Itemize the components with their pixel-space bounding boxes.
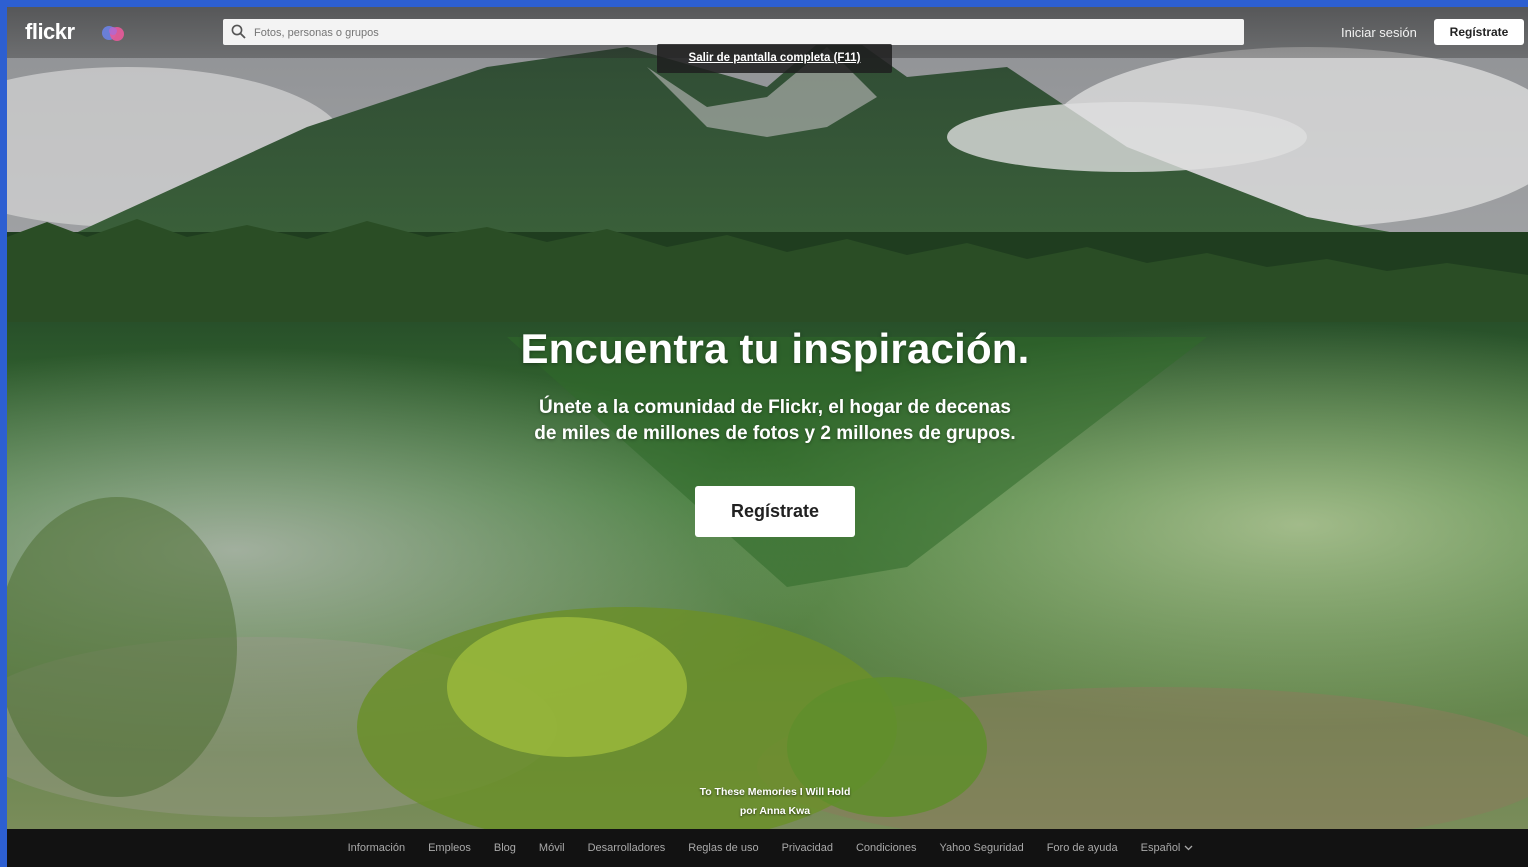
footer-link-yahoo-seguridad[interactable]: Yahoo Seguridad — [939, 842, 1023, 854]
footer-link-condiciones[interactable]: Condiciones — [856, 842, 917, 854]
language-label: Español — [1140, 842, 1181, 854]
signup-cta-button[interactable]: Regístrate — [695, 486, 855, 537]
footer: Información Empleos Blog Móvil Desarroll… — [7, 829, 1528, 867]
search-input[interactable] — [252, 19, 1236, 47]
signin-link[interactable]: Iniciar sesión — [1341, 25, 1417, 40]
footer-link-blog[interactable]: Blog — [494, 842, 516, 854]
footer-link-reglas-de-uso[interactable]: Reglas de uso — [688, 842, 758, 854]
signup-button-header[interactable]: Regístrate — [1434, 19, 1524, 45]
hero-subtitle: Únete a la comunidad de Flickr, el hogar… — [7, 395, 1528, 447]
footer-link-foro-de-ayuda[interactable]: Foro de ayuda — [1047, 842, 1118, 854]
flickr-pro-bubbles-icon[interactable] — [98, 23, 128, 43]
photo-title[interactable]: To These Memories I Will Hold — [7, 783, 1528, 802]
hero-subtitle-line-1: Únete a la comunidad de Flickr, el hogar… — [539, 397, 1011, 418]
footer-link-empleos[interactable]: Empleos — [428, 842, 471, 854]
language-selector[interactable]: Español — [1141, 842, 1194, 854]
footer-link-movil[interactable]: Móvil — [539, 842, 565, 854]
search-icon — [231, 24, 246, 39]
footer-link-desarrolladores[interactable]: Desarrolladores — [588, 842, 666, 854]
search-bar[interactable] — [223, 19, 1244, 47]
hero-title: Encuentra tu inspiración. — [520, 325, 1030, 372]
footer-link-privacidad[interactable]: Privacidad — [782, 842, 833, 854]
chevron-down-icon — [1184, 845, 1193, 851]
browser-viewport: flickr Iniciar sesión Regístrate Salir d… — [7, 7, 1528, 867]
flickr-logo[interactable]: flickr — [25, 19, 75, 45]
hero-subtitle-line-2: de miles de millones de fotos y 2 millon… — [534, 423, 1016, 444]
footer-link-informacion[interactable]: Información — [348, 842, 405, 854]
photo-author[interactable]: por Anna Kwa — [7, 802, 1528, 821]
exit-fullscreen-notice[interactable]: Salir de pantalla completa (F11) — [657, 44, 892, 73]
photo-credit[interactable]: To These Memories I Will Hold por Anna K… — [7, 783, 1528, 821]
